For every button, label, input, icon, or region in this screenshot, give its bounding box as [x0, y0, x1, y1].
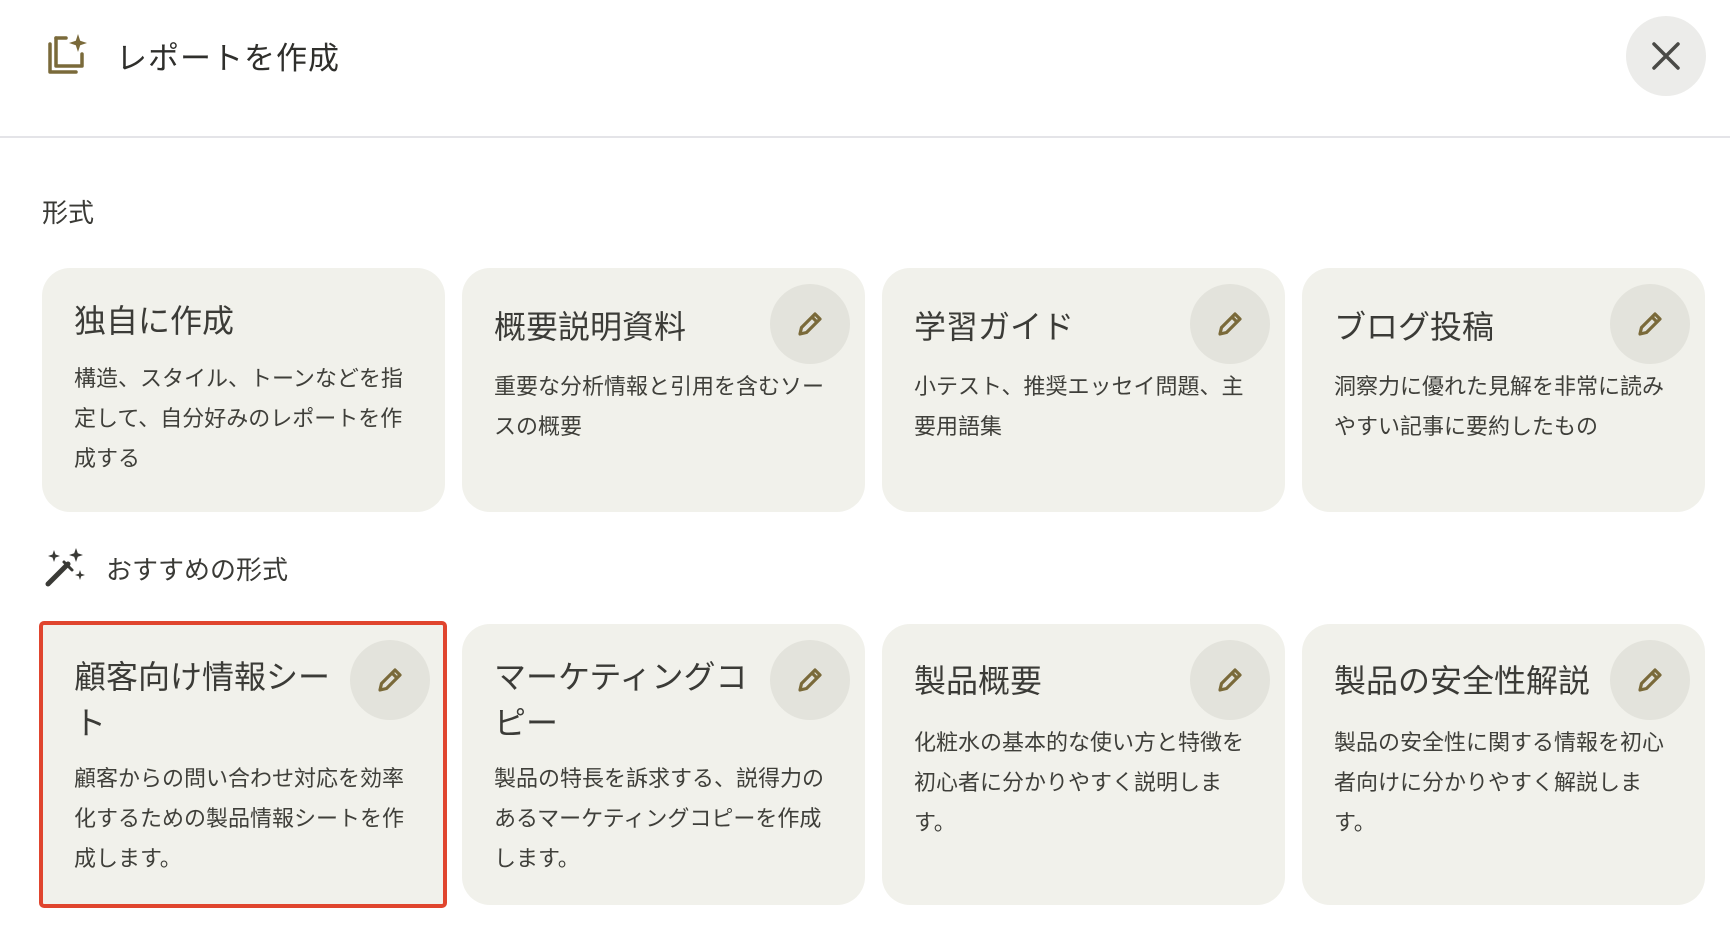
edit-button[interactable]: [350, 640, 430, 720]
card-description: 重要な分析情報と引用を含むソースの概要: [494, 375, 825, 440]
card-description: 製品の安全性に関する情報を初心者向けに分かりやすく解説します。: [1334, 731, 1665, 836]
pencil-icon: [1218, 312, 1242, 336]
card-title: 製品概要: [914, 662, 1043, 700]
dialog-title: レポートを作成: [116, 41, 340, 77]
edit-button[interactable]: [1610, 640, 1690, 720]
magic-wand-icon: [42, 544, 88, 590]
recommended-card-marketing-copy[interactable]: マーケティングコピー 製品の特長を訴求する、説得力のあるマーケティングコピーを作…: [462, 624, 865, 905]
recommended-card-product-overview[interactable]: 製品概要 化粧水の基本的な使い方と特徴を初心者に分かりやすく説明します。: [882, 624, 1285, 905]
format-card-study-guide[interactable]: 学習ガイド 小テスト、推奨エッセイ問題、主要用語集: [882, 268, 1285, 512]
formats-section-label: 形式: [42, 199, 95, 229]
card-title: マーケティングコピー: [494, 658, 748, 742]
report-sparkle-icon: [42, 32, 88, 78]
close-button[interactable]: [1626, 16, 1706, 96]
pencil-icon: [1218, 668, 1242, 692]
format-card-blog-post[interactable]: ブログ投稿 洞察力に優れた見解を非常に読みやすい記事に要約したもの: [1302, 268, 1705, 512]
edit-button[interactable]: [1190, 284, 1270, 364]
pencil-icon: [378, 668, 402, 692]
recommended-card-product-safety[interactable]: 製品の安全性解説 製品の安全性に関する情報を初心者向けに分かりやすく解説します。: [1302, 624, 1705, 905]
format-card-briefing[interactable]: 概要説明資料 重要な分析情報と引用を含むソースの概要: [462, 268, 865, 512]
card-title: 学習ガイド: [914, 308, 1075, 346]
card-description: 顧客からの問い合わせ対応を効率化するための製品情報シートを作成します。: [74, 767, 405, 872]
card-description: 構造、スタイル、トーンなどを指定して、自分好みのレポートを作成する: [74, 367, 403, 472]
card-description: 製品の特長を訴求する、説得力のあるマーケティングコピーを作成します。: [494, 767, 825, 872]
recommended-section-label: おすすめの形式: [106, 556, 289, 586]
card-description: 化粧水の基本的な使い方と特徴を初心者に分かりやすく説明します。: [914, 731, 1245, 836]
pencil-icon: [1638, 668, 1662, 692]
dialog-header: レポートを作成: [0, 0, 1730, 138]
card-title: 製品の安全性解説: [1334, 662, 1591, 700]
close-icon: [1652, 42, 1680, 70]
pencil-icon: [798, 668, 822, 692]
card-title: ブログ投稿: [1334, 308, 1495, 346]
recommended-card-customer-info-sheet[interactable]: 顧客向け情報シート 顧客からの問い合わせ対応を効率化するための製品情報シートを作…: [39, 621, 447, 908]
edit-button[interactable]: [1190, 640, 1270, 720]
card-description: 小テスト、推奨エッセイ問題、主要用語集: [914, 375, 1244, 440]
card-description: 洞察力に優れた見解を非常に読みやすい記事に要約したもの: [1334, 375, 1665, 440]
edit-button[interactable]: [770, 640, 850, 720]
pencil-icon: [1638, 312, 1662, 336]
edit-button[interactable]: [1610, 284, 1690, 364]
card-title: 概要説明資料: [494, 308, 687, 346]
card-title: 顧客向け情報シート: [74, 658, 331, 742]
pencil-icon: [798, 312, 822, 336]
edit-button[interactable]: [770, 284, 850, 364]
format-card-custom[interactable]: 独自に作成 構造、スタイル、トーンなどを指定して、自分好みのレポートを作成する: [42, 268, 445, 512]
card-title: 独自に作成: [74, 302, 235, 340]
